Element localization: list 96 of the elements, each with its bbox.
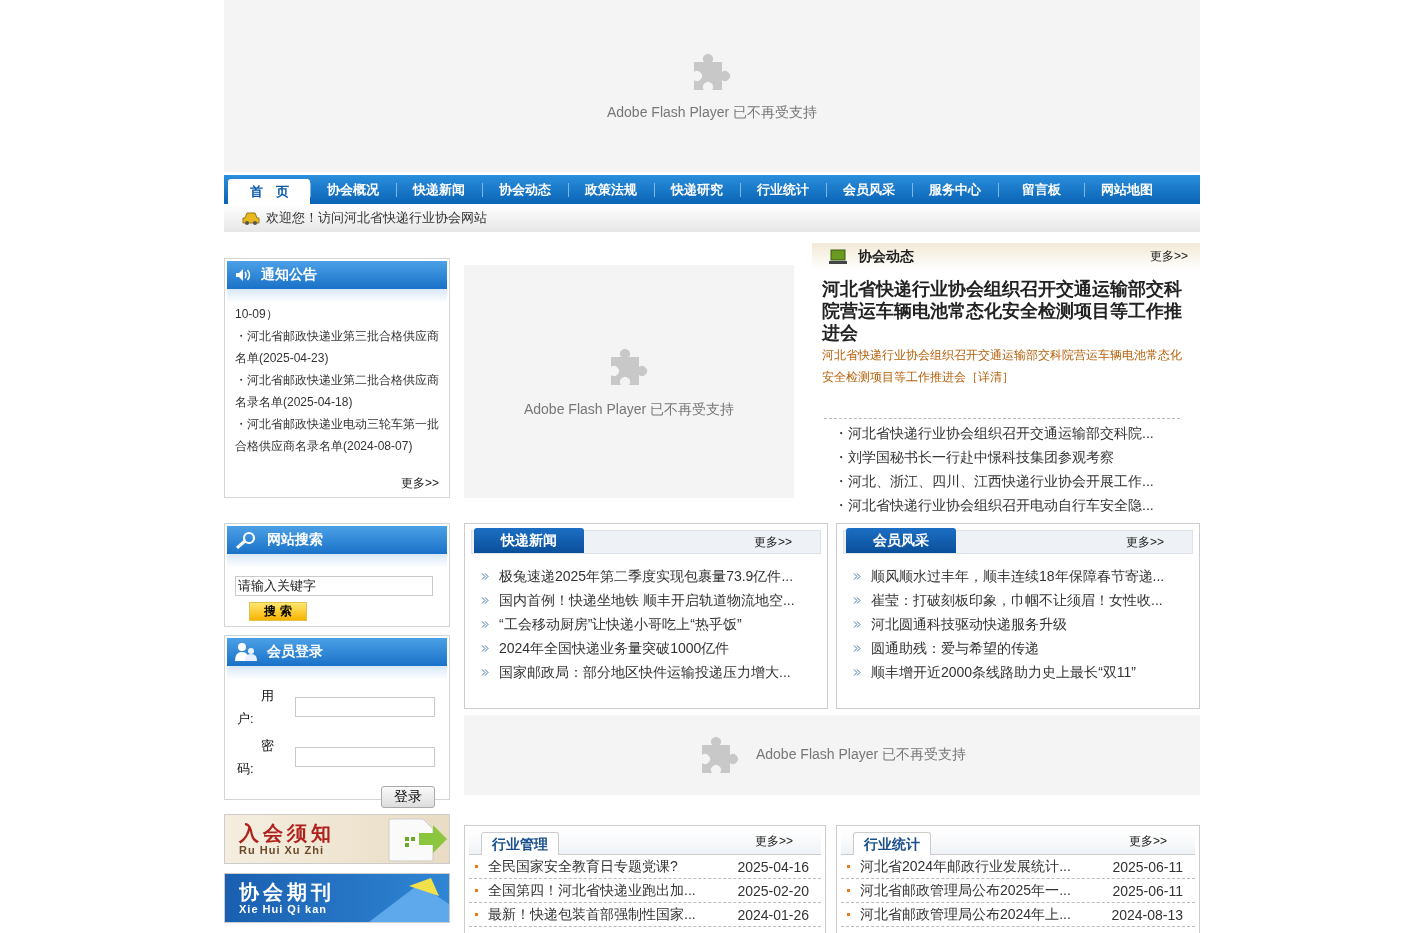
- chevron-icon: [481, 596, 489, 604]
- nav-tab[interactable]: 快递研究: [654, 175, 740, 204]
- news-item[interactable]: ・刘学国秘书长一行赴中憬科技集团参观考察: [834, 445, 1200, 469]
- news-item[interactable]: “工会移动厨房”让快递小哥吃上“热乎饭”: [499, 612, 742, 636]
- users-icon: [235, 642, 257, 662]
- chevron-icon: [853, 620, 861, 628]
- more-link[interactable]: 更多>>: [754, 534, 792, 551]
- nav-tab[interactable]: 会员风采: [826, 175, 912, 204]
- nav-tab[interactable]: 留言板: [998, 175, 1084, 204]
- bullet-icon: [475, 865, 478, 868]
- more-link[interactable]: 更多>>: [755, 833, 793, 850]
- flash-message: Adobe Flash Player 已不再受支持: [523, 400, 735, 419]
- search-field[interactable]: 请输入关键字: [235, 576, 433, 596]
- promo-title: 入会须知: [239, 822, 336, 844]
- panel-title: 通知公告: [261, 266, 317, 284]
- speaker-icon: [235, 268, 251, 282]
- bullet-icon: [847, 913, 850, 916]
- article-date: 2025-06-11: [1112, 882, 1183, 899]
- search-icon: [235, 531, 257, 549]
- more-link[interactable]: 更多>>: [1126, 534, 1164, 551]
- chevron-icon: [853, 668, 861, 676]
- bullet-icon: [475, 913, 478, 916]
- news-item[interactable]: 顺风顺水过丰年，顺丰连续18年保障春节寄递...: [871, 564, 1165, 588]
- nav-tab[interactable]: 协会概况: [310, 175, 396, 204]
- more-link[interactable]: 更多>>: [1129, 833, 1167, 850]
- promo-subtitle: Xie Hui Qi kan: [239, 903, 328, 915]
- chevron-icon: [853, 572, 861, 580]
- news-item[interactable]: 顺丰增开近2000条线路助力史上最长“双11”: [871, 660, 1136, 684]
- nav-tab[interactable]: 首 页: [228, 179, 310, 204]
- input-field[interactable]: [295, 747, 435, 767]
- panel-tab[interactable]: 行业统计: [853, 832, 931, 855]
- bullet-icon: [847, 889, 850, 892]
- chevron-icon: [481, 620, 489, 628]
- news-item[interactable]: 国家邮政局：部分地区快件运输投递压力增大...: [499, 660, 791, 684]
- panel-tab[interactable]: 会员风采: [846, 528, 956, 553]
- news-item[interactable]: 国内首例！快递坐地铁 顺丰开启轨道物流地空...: [499, 588, 795, 612]
- news-item[interactable]: 圆通助残：爱与希望的传递: [871, 636, 1039, 660]
- chevron-icon: [853, 644, 861, 652]
- notice-item[interactable]: ・河北省邮政快递业电动三轮车第一批合格供应商名录名单(2024-08-07): [235, 413, 439, 457]
- nav-tab[interactable]: 快递新闻: [396, 175, 482, 204]
- panel-title: 会员登录: [267, 643, 323, 661]
- panel-title: 网站搜索: [267, 531, 323, 549]
- news-summary: 河北省快递行业协会组织召开交通运输部交科院营运车辆电池常态化安全检测项目等工作推进会［详清］: [822, 347, 1183, 386]
- more-link[interactable]: 更多>>: [1150, 248, 1188, 265]
- chevron-icon: [481, 668, 489, 676]
- flash-message: Adobe Flash Player 已不再受支持: [606, 104, 818, 122]
- promo-banner[interactable]: 协会期刊 Xie Hui Qi kan: [224, 873, 450, 923]
- promo-banner[interactable]: 入会须知 Ru Hui Xu Zhi: [224, 814, 450, 864]
- nav-tab[interactable]: 服务中心: [912, 175, 998, 204]
- article-title[interactable]: 全国第四！河北省快递业跑出加...: [488, 881, 696, 900]
- bullet-icon: [847, 865, 850, 868]
- nav-tab[interactable]: 网站地图: [1084, 175, 1170, 204]
- article-title[interactable]: 河北省邮政管理局公布2025年一...: [860, 881, 1071, 900]
- promo-subtitle: Ru Hui Xu Zhi: [239, 844, 326, 856]
- more-link[interactable]: 更多>>: [401, 475, 439, 492]
- news-item[interactable]: 河北圆通科技驱动快递服务升级: [871, 612, 1067, 636]
- news-item[interactable]: ・河北省快递行业协会组织召开电动自行车安全隐...: [834, 493, 1200, 517]
- article-title[interactable]: 河北省邮政管理局公布2024年上...: [860, 905, 1071, 924]
- laptop-icon: [828, 248, 848, 265]
- news-item[interactable]: ・河北、浙江、四川、江西快递行业协会开展工作...: [834, 469, 1200, 493]
- chevron-icon: [481, 572, 489, 580]
- nav-tab[interactable]: 协会动态: [482, 175, 568, 204]
- article-title[interactable]: 河北省2024年邮政行业发展统计...: [860, 857, 1071, 876]
- nav-tab[interactable]: 行业统计: [740, 175, 826, 204]
- login-button[interactable]: 登录: [381, 786, 435, 808]
- welcome-text: 欢迎您！访问河北省快递行业协会网站: [266, 209, 487, 227]
- news-item[interactable]: 2024年全国快递业务量突破1000亿件: [499, 636, 730, 660]
- panel-tab[interactable]: 行业管理: [481, 832, 559, 855]
- article-date: 2025-04-16: [737, 858, 809, 875]
- details-link[interactable]: ［详清］: [966, 370, 1014, 384]
- article-date: 2025-06-11: [1112, 858, 1183, 875]
- article-date: 2024-01-26: [737, 906, 809, 923]
- chevron-icon: [481, 644, 489, 652]
- chevron-icon: [853, 596, 861, 604]
- field-label: 密码:: [237, 737, 275, 778]
- notice-item[interactable]: ・河北省邮政快递业第二批合格供应商名录名单(2025-04-18): [235, 369, 439, 413]
- article-date: 2025-02-20: [737, 882, 809, 899]
- nav-tab[interactable]: 政策法规: [568, 175, 654, 204]
- notice-item[interactable]: 10-09）: [235, 303, 439, 325]
- news-item[interactable]: ・河北省快递行业协会组织召开交通运输部交科院...: [834, 421, 1200, 445]
- notice-item[interactable]: ・河北省邮政快递业第三批合格供应商名单(2025-04-23): [235, 325, 439, 369]
- search-button[interactable]: 搜 索: [249, 602, 307, 621]
- input-field[interactable]: [295, 697, 435, 717]
- bullet-icon: [475, 889, 478, 892]
- promo-title: 协会期刊: [239, 881, 336, 903]
- news-item[interactable]: 极兔速递2025年第二季度实现包裹量73.9亿件...: [499, 564, 794, 588]
- article-date: 2024-08-13: [1111, 906, 1183, 923]
- panel-tab[interactable]: 快递新闻: [474, 528, 584, 553]
- article-title[interactable]: 最新！快递包装首部强制性国家...: [488, 905, 696, 924]
- field-label: 用户:: [237, 687, 275, 728]
- panel-title: 协会动态: [858, 247, 914, 266]
- flash-message: Adobe Flash Player 已不再受支持: [755, 746, 967, 764]
- car-icon: [242, 211, 260, 225]
- headline[interactable]: 河北省快递行业协会组织召开交通运输部交科院营运车辆电池常态化安全检测项目等工作推进会: [822, 278, 1192, 344]
- article-title[interactable]: 全民国家安全教育日专题党课?: [488, 857, 678, 876]
- news-item[interactable]: 崔莹：打破刻板印象，巾帼不让须眉！女性收...: [871, 588, 1163, 612]
